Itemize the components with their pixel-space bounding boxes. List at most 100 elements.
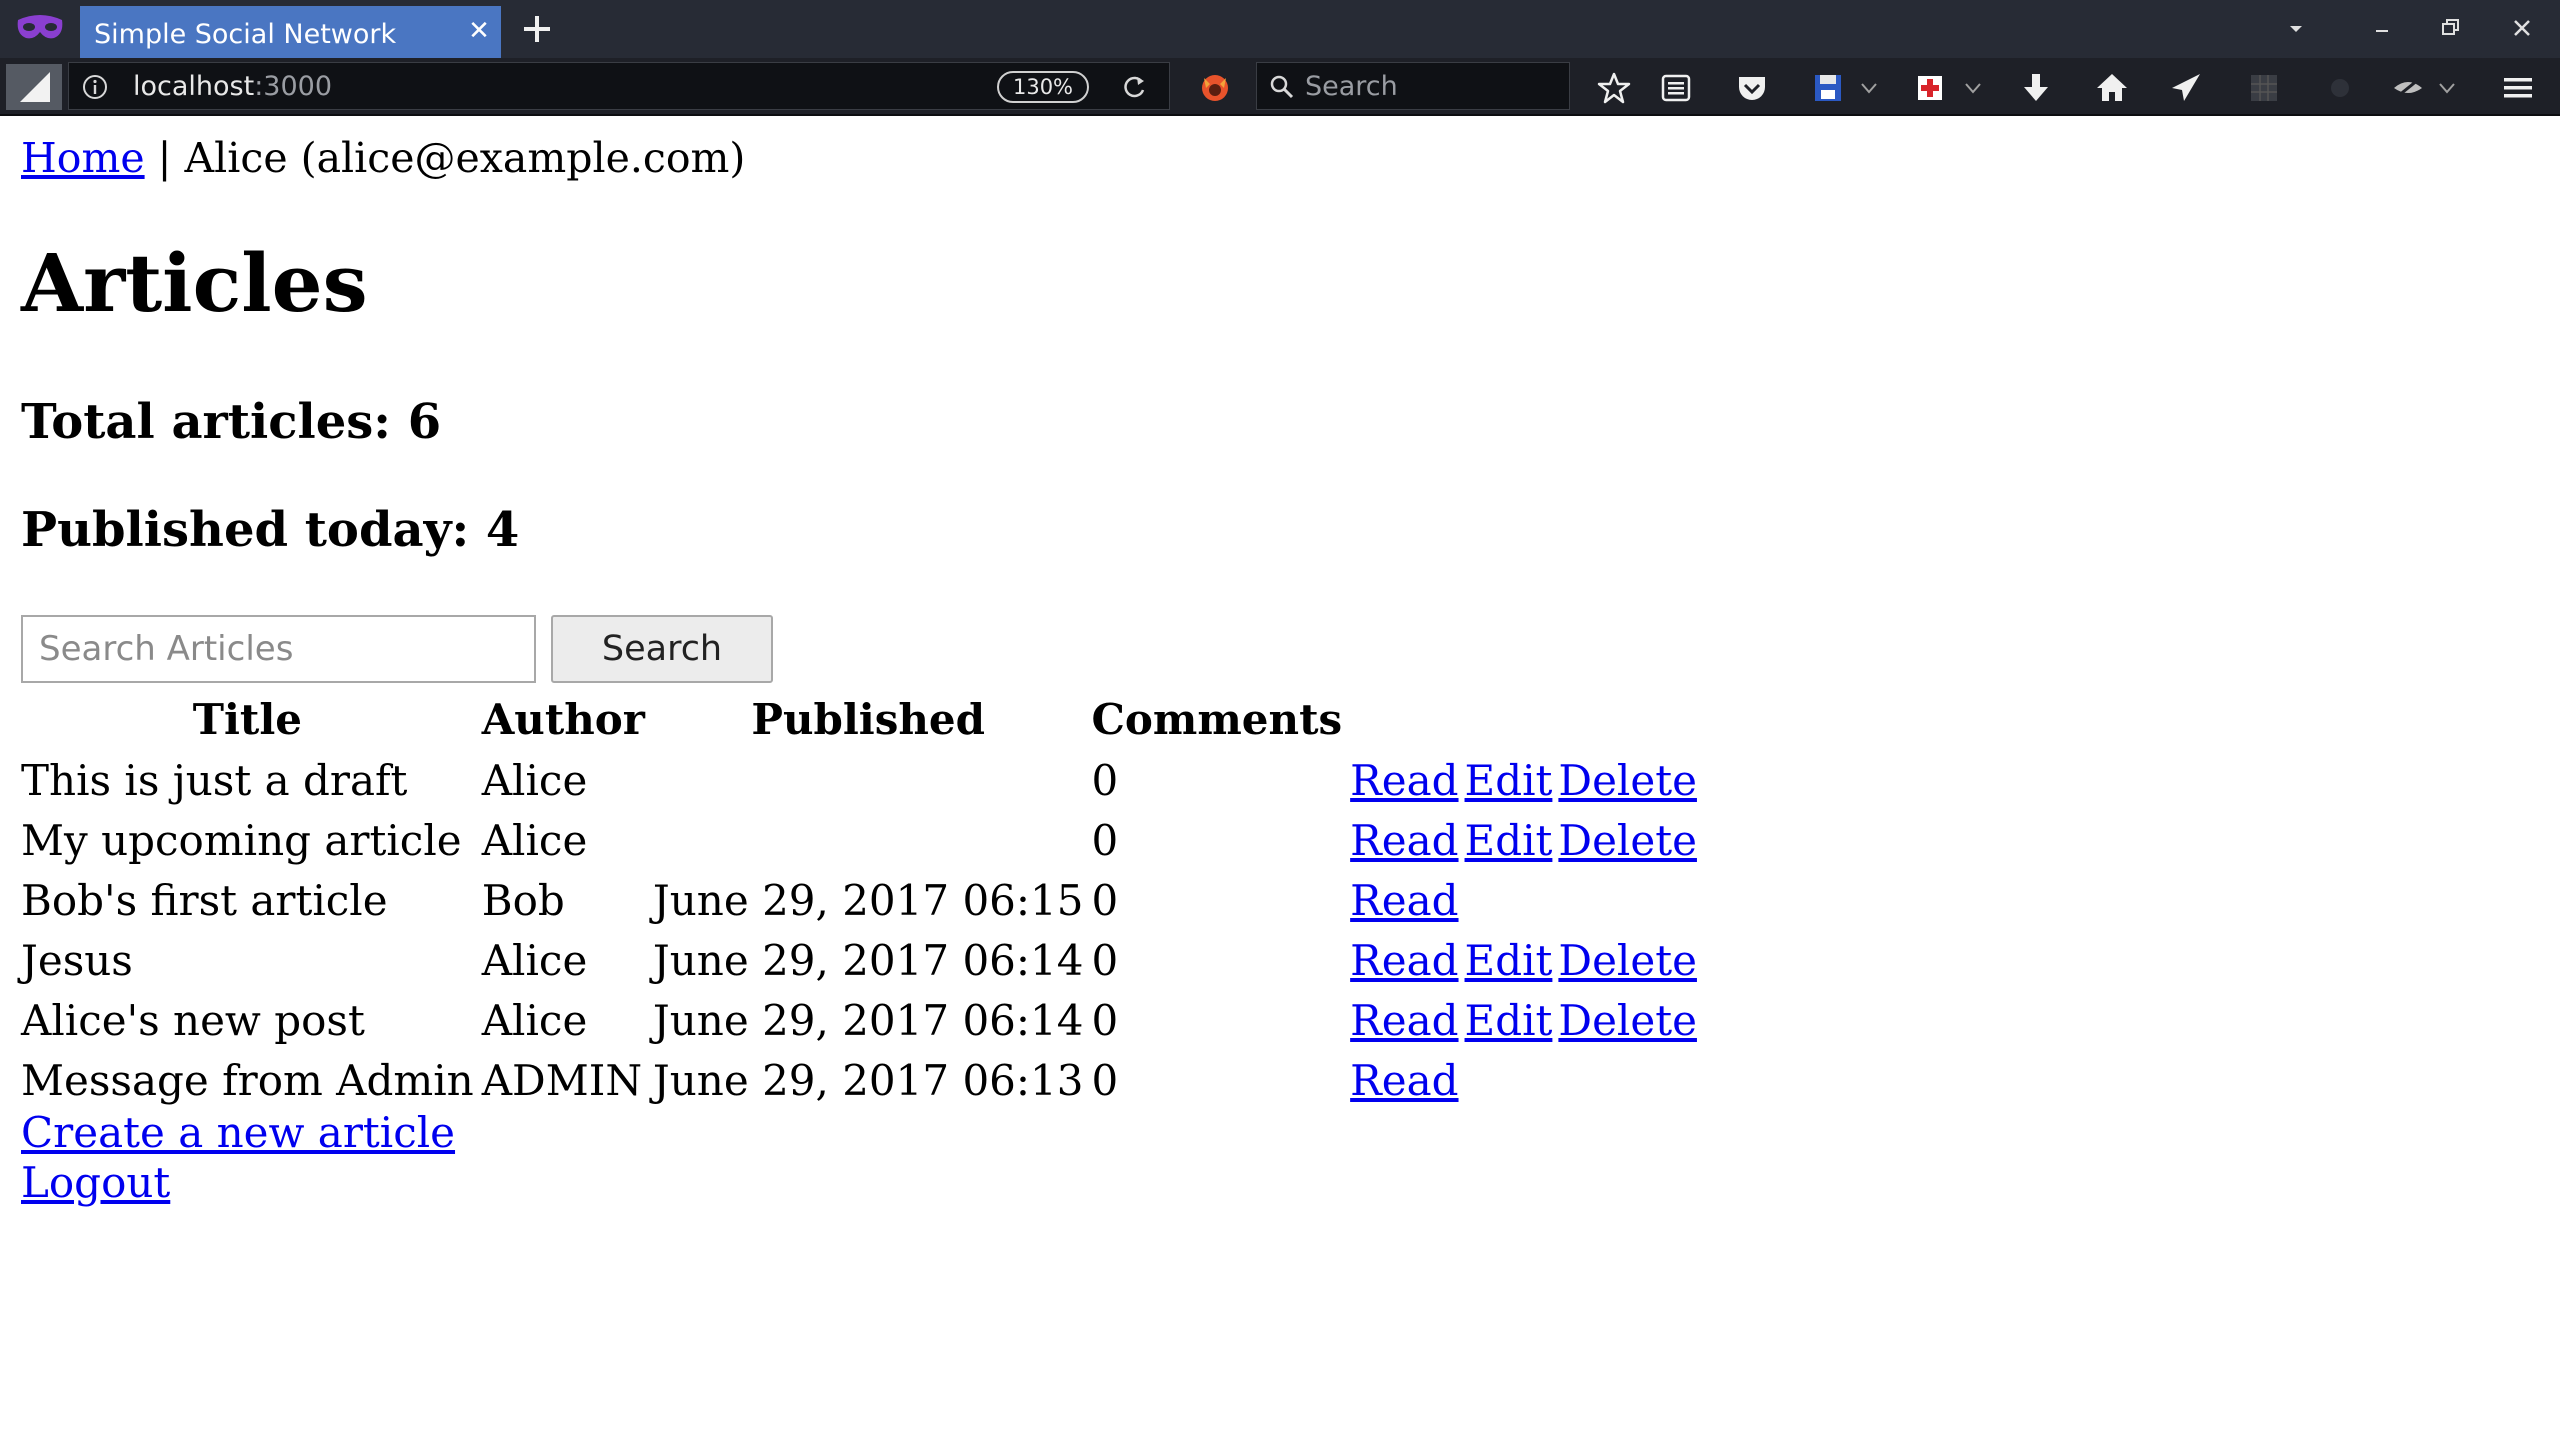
article-title: Alice's new post: [21, 996, 365, 1045]
tab-close-icon[interactable]: ✕: [464, 15, 494, 47]
article-actions: Read Edit Delete: [1350, 932, 1703, 989]
eye-extension-icon[interactable]: [2390, 70, 2426, 106]
read-link[interactable]: Read: [1350, 1056, 1458, 1105]
downloads-arrow-icon[interactable]: [2018, 70, 2054, 106]
site-info-icon[interactable]: [81, 73, 109, 101]
article-comments: 0: [1091, 756, 1119, 805]
read-link[interactable]: Read: [1350, 996, 1458, 1045]
article-title: Jesus: [21, 936, 133, 985]
search-articles-input[interactable]: [21, 615, 536, 683]
save-floppy-icon[interactable]: [1810, 70, 1846, 106]
search-button[interactable]: Search: [551, 615, 773, 683]
url-text[interactable]: localhost:3000: [133, 71, 332, 102]
article-author: Alice: [481, 756, 588, 805]
read-link[interactable]: Read: [1350, 756, 1458, 805]
page-content: Home | Alice (alice@example.com) Article…: [0, 118, 2560, 1440]
search-icon: [1270, 75, 1294, 99]
bookmark-star-icon[interactable]: [1596, 70, 1632, 106]
column-header-actions: [1350, 689, 1703, 749]
read-link[interactable]: Read: [1350, 936, 1458, 985]
reading-list-icon[interactable]: [1658, 70, 1694, 106]
top-navigation: Home | Alice (alice@example.com): [21, 134, 745, 182]
delete-link[interactable]: Delete: [1558, 756, 1697, 805]
send-paper-plane-icon[interactable]: [2168, 70, 2204, 106]
table-row: Message from Admin ADMIN June 29, 2017 0…: [21, 1052, 1703, 1109]
table-row: Bob's first article Bob June 29, 2017 06…: [21, 872, 1703, 929]
column-header-published: Published: [751, 694, 986, 744]
tab-list-chevron-icon[interactable]: [2282, 14, 2310, 42]
zoom-level-badge[interactable]: 130%: [997, 71, 1089, 103]
browser-tabbar: Simple Social Network ✕: [0, 0, 2560, 58]
total-articles-heading: Total articles: 6: [21, 394, 442, 450]
web-search-bar[interactable]: Search: [1256, 62, 1570, 110]
close-window-icon[interactable]: [2508, 14, 2536, 42]
article-actions: Read Edit Delete: [1350, 752, 1703, 809]
create-article-link[interactable]: Create a new article: [21, 1108, 455, 1158]
tab-simple-social-network[interactable]: Simple Social Network ✕: [80, 6, 501, 58]
url-host: localhost: [133, 71, 255, 102]
article-comments: 0: [1091, 936, 1119, 985]
tab-title: Simple Social Network: [94, 19, 397, 50]
article-actions: Read: [1350, 872, 1703, 929]
nav-separator: |: [157, 134, 172, 182]
delete-link[interactable]: Delete: [1558, 816, 1697, 865]
article-published: June 29, 2017 06:14: [652, 996, 1084, 1045]
article-actions: Read: [1350, 1052, 1703, 1109]
page-title: Articles: [21, 236, 368, 330]
article-title: My upcoming article: [21, 816, 462, 865]
edit-link[interactable]: Edit: [1465, 996, 1553, 1045]
chevron-down-icon[interactable]: [1858, 78, 1880, 98]
reload-icon[interactable]: [1121, 73, 1149, 101]
article-actions: Read Edit Delete: [1350, 812, 1703, 869]
first-aid-icon[interactable]: [1912, 70, 1948, 106]
article-title: Message from Admin: [21, 1056, 474, 1105]
private-browsing-mask-icon: [17, 15, 63, 39]
chevron-down-icon[interactable]: [1962, 78, 1984, 98]
chevron-down-icon[interactable]: [2436, 78, 2458, 98]
browser-navbar: localhost:3000 130% Search: [0, 58, 2560, 116]
article-title: This is just a draft: [21, 756, 408, 805]
article-comments: 0: [1091, 1056, 1119, 1105]
column-header-comments: Comments: [1091, 694, 1343, 744]
article-author: Alice: [481, 816, 588, 865]
home-icon[interactable]: [2094, 70, 2130, 106]
column-header-author: Author: [481, 694, 645, 744]
new-tab-plus-icon[interactable]: [520, 12, 554, 46]
read-link[interactable]: Read: [1350, 816, 1458, 865]
article-author: Alice: [481, 996, 588, 1045]
grid-extension-icon[interactable]: [2246, 70, 2282, 106]
table-header-row: Title Author Published Comments: [21, 689, 1703, 749]
footer-links: Create a new article Logout: [21, 1108, 455, 1208]
extension-fox-icon[interactable]: [1196, 68, 1234, 106]
article-published: [653, 812, 1084, 869]
article-actions: Read Edit Delete: [1350, 992, 1703, 1049]
article-title: Bob's first article: [21, 876, 388, 925]
edit-link[interactable]: Edit: [1465, 816, 1553, 865]
url-bar[interactable]: localhost:3000 130%: [68, 62, 1170, 110]
delete-link[interactable]: Delete: [1558, 996, 1697, 1045]
delete-link[interactable]: Delete: [1558, 936, 1697, 985]
current-user: Alice (alice@example.com): [184, 134, 746, 182]
logout-link[interactable]: Logout: [21, 1158, 455, 1208]
article-author: Bob: [481, 876, 565, 925]
minimize-window-icon[interactable]: [2368, 14, 2396, 42]
edit-link[interactable]: Edit: [1465, 756, 1553, 805]
home-link[interactable]: Home: [21, 134, 145, 182]
pocket-icon[interactable]: [1734, 70, 1770, 106]
article-comments: 0: [1091, 876, 1119, 925]
extension-dim-icon[interactable]: [2322, 70, 2358, 106]
sidebar-toggle-button[interactable]: [6, 64, 62, 110]
url-port: :3000: [254, 71, 333, 102]
published-today-heading: Published today: 4: [21, 502, 520, 558]
article-author: ADMIN: [481, 1056, 643, 1105]
table-row: Alice's new post Alice June 29, 2017 06:…: [21, 992, 1703, 1049]
table-row: This is just a draft Alice 0 Read Edit Del…: [21, 752, 1703, 809]
restore-window-icon[interactable]: [2436, 14, 2464, 42]
hamburger-menu-icon[interactable]: [2500, 70, 2536, 106]
table-row: My upcoming article Alice 0 Read Edit Dele…: [21, 812, 1703, 869]
article-author: Alice: [481, 936, 588, 985]
read-link[interactable]: Read: [1350, 876, 1458, 925]
edit-link[interactable]: Edit: [1465, 936, 1553, 985]
web-search-placeholder: Search: [1305, 71, 1398, 102]
article-comments: 0: [1091, 816, 1119, 865]
